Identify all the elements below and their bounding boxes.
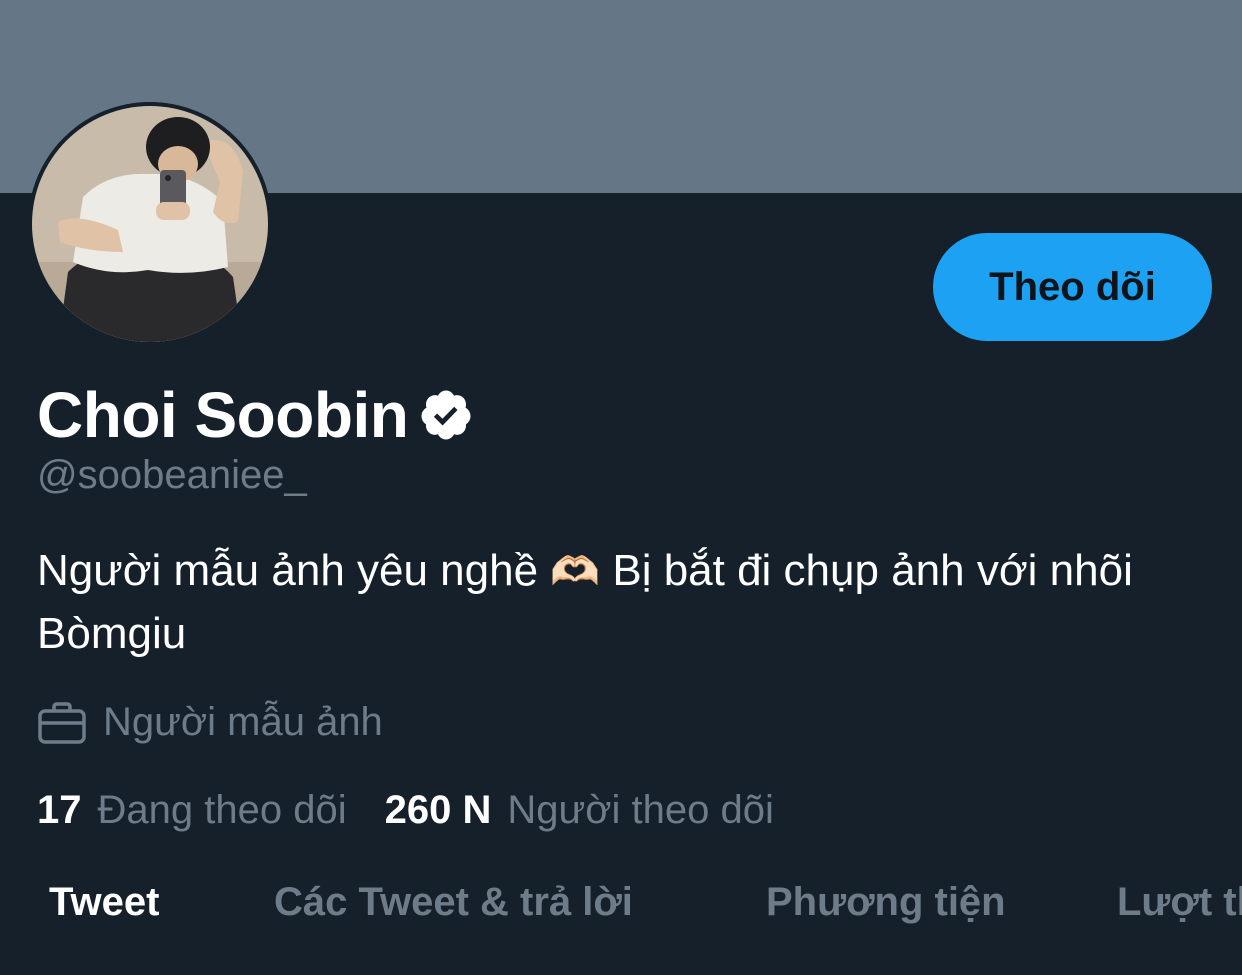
following-count: 17 — [37, 788, 82, 832]
tab-tweets-and-replies[interactable]: Các Tweet & trả lời — [274, 880, 633, 925]
avatar[interactable] — [28, 102, 272, 346]
verified-badge-icon — [421, 390, 471, 440]
profile-bio: Người mẫu ảnh yêu nghề 🫶🏻 Bị bắt đi chụp… — [37, 540, 1217, 665]
profile-name-row: Choi Soobin — [37, 378, 474, 452]
briefcase-icon — [38, 701, 86, 744]
profession-text: Người mẫu ảnh — [103, 700, 383, 744]
profile-tabs: Tweet Các Tweet & trả lời Phương tiện Lư… — [0, 880, 1242, 940]
profile-handle: @soobeaniee_ — [37, 453, 307, 497]
tab-likes[interactable]: Lượt thích — [1117, 880, 1242, 925]
following-label: Đang theo dõi — [97, 788, 347, 832]
followers-count: 260 N — [384, 788, 492, 832]
followers-stat[interactable]: 260 N Người theo dõi — [385, 788, 774, 833]
heart-hands-emoji: 🫶🏻 — [550, 550, 601, 594]
followers-label: Người theo dõi — [507, 788, 774, 832]
display-name: Choi Soobin — [37, 379, 409, 451]
follow-stats: 17 Đang theo dõi 260 N Người theo dõi — [37, 788, 774, 833]
following-stat[interactable]: 17 Đang theo dõi — [37, 788, 347, 833]
profession-row: Người mẫu ảnh — [37, 700, 383, 745]
bio-text-part1: Người mẫu ảnh yêu nghề — [37, 546, 539, 595]
follow-button[interactable]: Theo dõi — [933, 233, 1212, 341]
tab-media[interactable]: Phương tiện — [766, 880, 1006, 925]
tab-tweets[interactable]: Tweet — [49, 880, 159, 925]
